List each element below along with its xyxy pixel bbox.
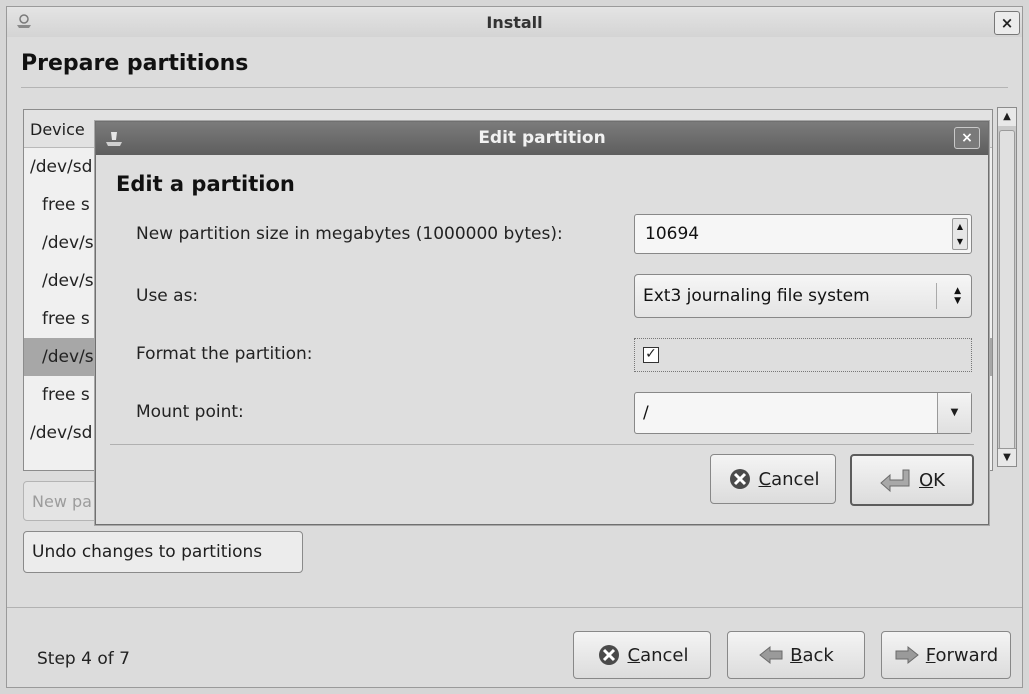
footer-divider (7, 607, 1022, 608)
dialog-close-button[interactable]: × (954, 127, 980, 149)
use-as-value: Ext3 journaling file system (643, 286, 870, 306)
dialog-title-bar: Edit partition × (96, 122, 988, 155)
forward-label: Forward (925, 644, 999, 666)
scroll-up-arrow-icon[interactable]: ▲ (998, 108, 1016, 126)
partition-table-scrollbar[interactable]: ▲ ▼ (997, 107, 1017, 467)
window-title-bar: Install × (7, 7, 1022, 37)
dialog-divider (110, 444, 974, 445)
dialog-ok-label: OK (919, 469, 945, 491)
back-arrow-icon (759, 645, 783, 665)
dialog-cancel-label: Cancel (758, 468, 820, 490)
back-label: Back (790, 644, 834, 666)
partition-size-label: New partition size in megabytes (1000000… (136, 224, 563, 244)
dialog-cancel-button[interactable]: Cancel (710, 454, 836, 504)
format-partition-label: Format the partition: (136, 344, 313, 364)
page-title: Prepare partitions (21, 51, 249, 76)
edit-partition-dialog: Edit partition × Edit a partition New pa… (95, 121, 989, 525)
cancel-icon (729, 469, 750, 489)
use-as-select[interactable]: Ext3 journaling file system ▲ ▼ (634, 274, 972, 318)
forward-arrow-icon (895, 645, 919, 665)
mount-point-value[interactable]: / (643, 403, 649, 423)
select-arrows-icon: ▲ ▼ (954, 286, 961, 306)
scroll-down-arrow-icon[interactable]: ▼ (998, 448, 1016, 466)
format-partition-checkbox[interactable]: ✓ (643, 347, 659, 363)
mount-point-label: Mount point: (136, 402, 244, 422)
page-divider (21, 87, 1008, 88)
chevron-down-icon[interactable]: ▼ (937, 393, 971, 433)
partition-size-value: 10694 (645, 224, 700, 244)
cancel-button[interactable]: Cancel (573, 631, 711, 679)
mount-point-combo[interactable]: / ▼ (634, 392, 972, 434)
installer-window: Install × Prepare partitions Device /dev… (6, 6, 1023, 688)
format-checkbox-area[interactable]: ✓ (634, 338, 972, 372)
cancel-icon (598, 645, 619, 665)
dialog-title: Edit partition (478, 128, 606, 148)
dialog-ok-button[interactable]: OK (850, 454, 974, 506)
undo-changes-button[interactable]: Undo changes to partitions (23, 531, 303, 573)
back-button[interactable]: Back (727, 631, 865, 679)
step-indicator: Step 4 of 7 (37, 649, 130, 669)
forward-button[interactable]: Forward (881, 631, 1011, 679)
select-separator (936, 283, 937, 309)
window-title: Install (486, 13, 543, 32)
cancel-label: Cancel (627, 644, 689, 666)
enter-return-icon (880, 469, 910, 493)
scrollbar-thumb[interactable] (999, 130, 1015, 450)
use-as-label: Use as: (136, 286, 199, 306)
dialog-heading: Edit a partition (116, 172, 295, 196)
spin-arrows-icon[interactable]: ▲ ▼ (952, 218, 968, 250)
window-close-button[interactable]: × (994, 11, 1020, 35)
partition-size-spinbox[interactable]: 10694 ▲ ▼ (634, 214, 972, 254)
